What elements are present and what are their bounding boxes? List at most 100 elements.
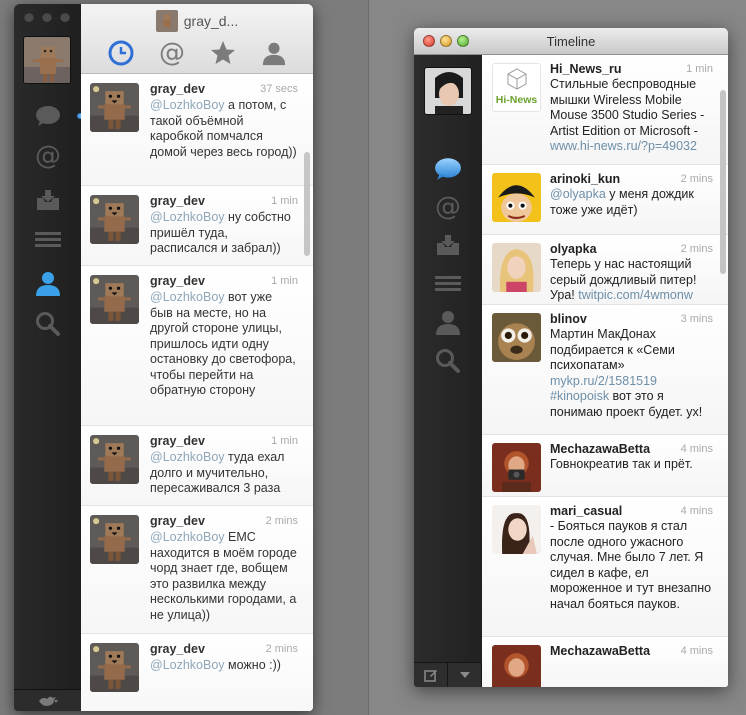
mention-link[interactable]: @LozhkoBoy: [150, 658, 225, 672]
account-menu-button[interactable]: [14, 689, 81, 711]
tweet-username[interactable]: MechazawaBetta: [550, 644, 650, 658]
sidebar-item-messages[interactable]: [414, 226, 482, 264]
tweet-username[interactable]: mari_casual: [550, 504, 622, 518]
close-window-button[interactable]: [24, 12, 34, 22]
sidebar-footer: [414, 662, 482, 687]
mention-link[interactable]: @LozhkoBoy: [150, 210, 225, 224]
svg-text:@: @: [435, 194, 461, 220]
sidebar-item-search[interactable]: [414, 342, 482, 380]
tweet-time: 2 mins: [265, 643, 298, 655]
mention-link[interactable]: @LozhkoBoy: [150, 98, 225, 112]
tweet-username[interactable]: gray_dev: [150, 82, 205, 96]
tweet-avatar[interactable]: [90, 435, 139, 484]
clock-icon: [108, 40, 133, 66]
account-avatar[interactable]: [424, 67, 472, 115]
window-title: Timeline: [546, 34, 596, 49]
tweet-row[interactable]: MechazawaBetta 4 mins: [482, 637, 728, 687]
tweet-text: @LozhkoBoy ЕМС находится в моём городе ч…: [150, 530, 297, 622]
mention-link[interactable]: @LozhkoBoy: [150, 450, 225, 464]
sidebar-item-messages[interactable]: [14, 180, 81, 220]
minimize-window-button[interactable]: [42, 12, 52, 22]
scrollbar[interactable]: [304, 152, 310, 256]
sidebar-item-timeline[interactable]: [414, 150, 482, 188]
tweet-row[interactable]: blinov 3 mins Мартин МакДонах подбирается …: [482, 305, 728, 435]
tweet-row[interactable]: mari_casual 4 mins - Бояться пауков я стал…: [482, 497, 728, 637]
tweet-row[interactable]: gray_dev 1 min @LozhkoBoy туда ехал долго …: [81, 426, 313, 506]
sidebar-item-search[interactable]: [14, 304, 81, 344]
sidebar-item-lists[interactable]: [14, 219, 81, 259]
tweet-text: @LozhkoBoy туда ехал долго и мучительно,…: [150, 450, 285, 495]
tweet-time: 4 mins: [680, 505, 713, 517]
tweet-row[interactable]: gray_dev 1 min @LozhkoBoy вот уже быв на м…: [81, 266, 313, 426]
tweet-time: 2 mins: [680, 243, 713, 255]
tweet-avatar[interactable]: [90, 515, 139, 564]
scrollbar[interactable]: [720, 90, 726, 274]
tweet-avatar[interactable]: [90, 643, 139, 692]
tweet-list[interactable]: gray_dev 37 secs @LozhkoBoy а потом, с так…: [81, 74, 313, 711]
profile-pane: gray_d... @ gray_dev 37 secs @LozhkoBoy а …: [81, 4, 313, 711]
tweet-username[interactable]: arinoki_kun: [550, 172, 620, 186]
tweet-avatar[interactable]: [492, 173, 541, 222]
tweet-time: 1 min: [686, 63, 713, 75]
tweet-username[interactable]: olyapka: [550, 242, 597, 256]
tweet-avatar[interactable]: [492, 443, 541, 492]
search-icon: [436, 349, 460, 373]
sidebar-item-mentions[interactable]: @: [14, 136, 81, 176]
tweet-username[interactable]: gray_dev: [150, 642, 205, 656]
tab-favorites[interactable]: [208, 38, 238, 68]
header-avatar: [155, 10, 178, 32]
tweet-username[interactable]: gray_dev: [150, 514, 205, 528]
tab-mentions[interactable]: @: [157, 38, 187, 68]
tweet-row[interactable]: gray_dev 1 min @LozhkoBoy ну собстно пришё…: [81, 186, 313, 266]
inbox-icon: [437, 235, 459, 255]
at-icon: @: [159, 40, 185, 66]
tweet-link[interactable]: twitpic.com/4wmonw: [578, 288, 693, 302]
tweet-row[interactable]: Hi-News Hi_News_ru 1 min Стильные беспровод…: [482, 55, 728, 165]
mention-link[interactable]: @LozhkoBoy: [150, 290, 225, 304]
tweet-avatar[interactable]: [90, 275, 139, 324]
tweet-avatar[interactable]: [90, 195, 139, 244]
tweet-row[interactable]: MechazawaBetta 4 mins Говнокреатив так и п…: [482, 435, 728, 497]
tweet-row[interactable]: gray_dev 2 mins @LozhkoBoy ЕМС находится в…: [81, 506, 313, 634]
sidebar-item-profile[interactable]: [414, 303, 482, 341]
tweet-text: @LozhkoBoy а потом, с такой объёмной кар…: [150, 98, 297, 159]
mention-link[interactable]: @LozhkoBoy: [150, 530, 225, 544]
cube-icon: [507, 68, 527, 90]
person-icon: [262, 42, 285, 66]
tweet-avatar[interactable]: [90, 83, 139, 132]
sidebar-item-timeline[interactable]: [14, 96, 87, 136]
tweet-row[interactable]: olyapka 2 mins Теперь у нас настоящий серы…: [482, 235, 728, 305]
tweet-avatar[interactable]: Hi-News: [492, 63, 541, 112]
tweet-avatar[interactable]: [492, 313, 541, 362]
sidebar-item-profile[interactable]: [14, 263, 81, 303]
tweet-row[interactable]: gray_dev 37 secs @LozhkoBoy а потом, с так…: [81, 74, 313, 186]
tweet-avatar[interactable]: [492, 505, 541, 554]
tweet-row[interactable]: arinoki_kun 2 mins @olyapka у меня дождик …: [482, 165, 728, 235]
timeline-list[interactable]: Hi-News Hi_News_ru 1 min Стильные беспровод…: [482, 55, 728, 687]
tweet-username[interactable]: Hi_News_ru: [550, 62, 622, 76]
tweet-avatar[interactable]: [492, 243, 541, 292]
tweet-link[interactable]: @olyapka: [550, 187, 606, 201]
tweet-time: 1 min: [271, 435, 298, 447]
tweet-avatar[interactable]: [492, 645, 541, 687]
chevron-down-icon: [459, 672, 470, 678]
tweet-row[interactable]: gray_dev 2 mins @LozhkoBoy можно :)): [81, 634, 313, 711]
tab-recent[interactable]: [106, 38, 136, 68]
sidebar-item-mentions[interactable]: @: [414, 188, 482, 226]
tweet-text: @LozhkoBoy ну собстно пришёл туда, распи…: [150, 210, 291, 255]
person-icon: [436, 311, 460, 335]
tab-profile[interactable]: [259, 38, 289, 68]
tweet-username[interactable]: gray_dev: [150, 274, 205, 288]
account-menu-button[interactable]: [448, 663, 482, 687]
compose-button[interactable]: [414, 663, 448, 687]
tweet-link[interactable]: www.hi-news.ru/?p=49032: [550, 139, 697, 153]
tweet-username[interactable]: gray_dev: [150, 434, 205, 448]
tweet-time: 37 secs: [260, 83, 298, 95]
zoom-window-button[interactable]: [60, 12, 70, 22]
sidebar-item-lists[interactable]: [414, 264, 482, 302]
tweet-username[interactable]: gray_dev: [150, 194, 205, 208]
tweet-username[interactable]: blinov: [550, 312, 587, 326]
tweet-username[interactable]: MechazawaBetta: [550, 442, 650, 456]
inbox-icon: [36, 190, 59, 210]
account-avatar[interactable]: [23, 36, 71, 84]
